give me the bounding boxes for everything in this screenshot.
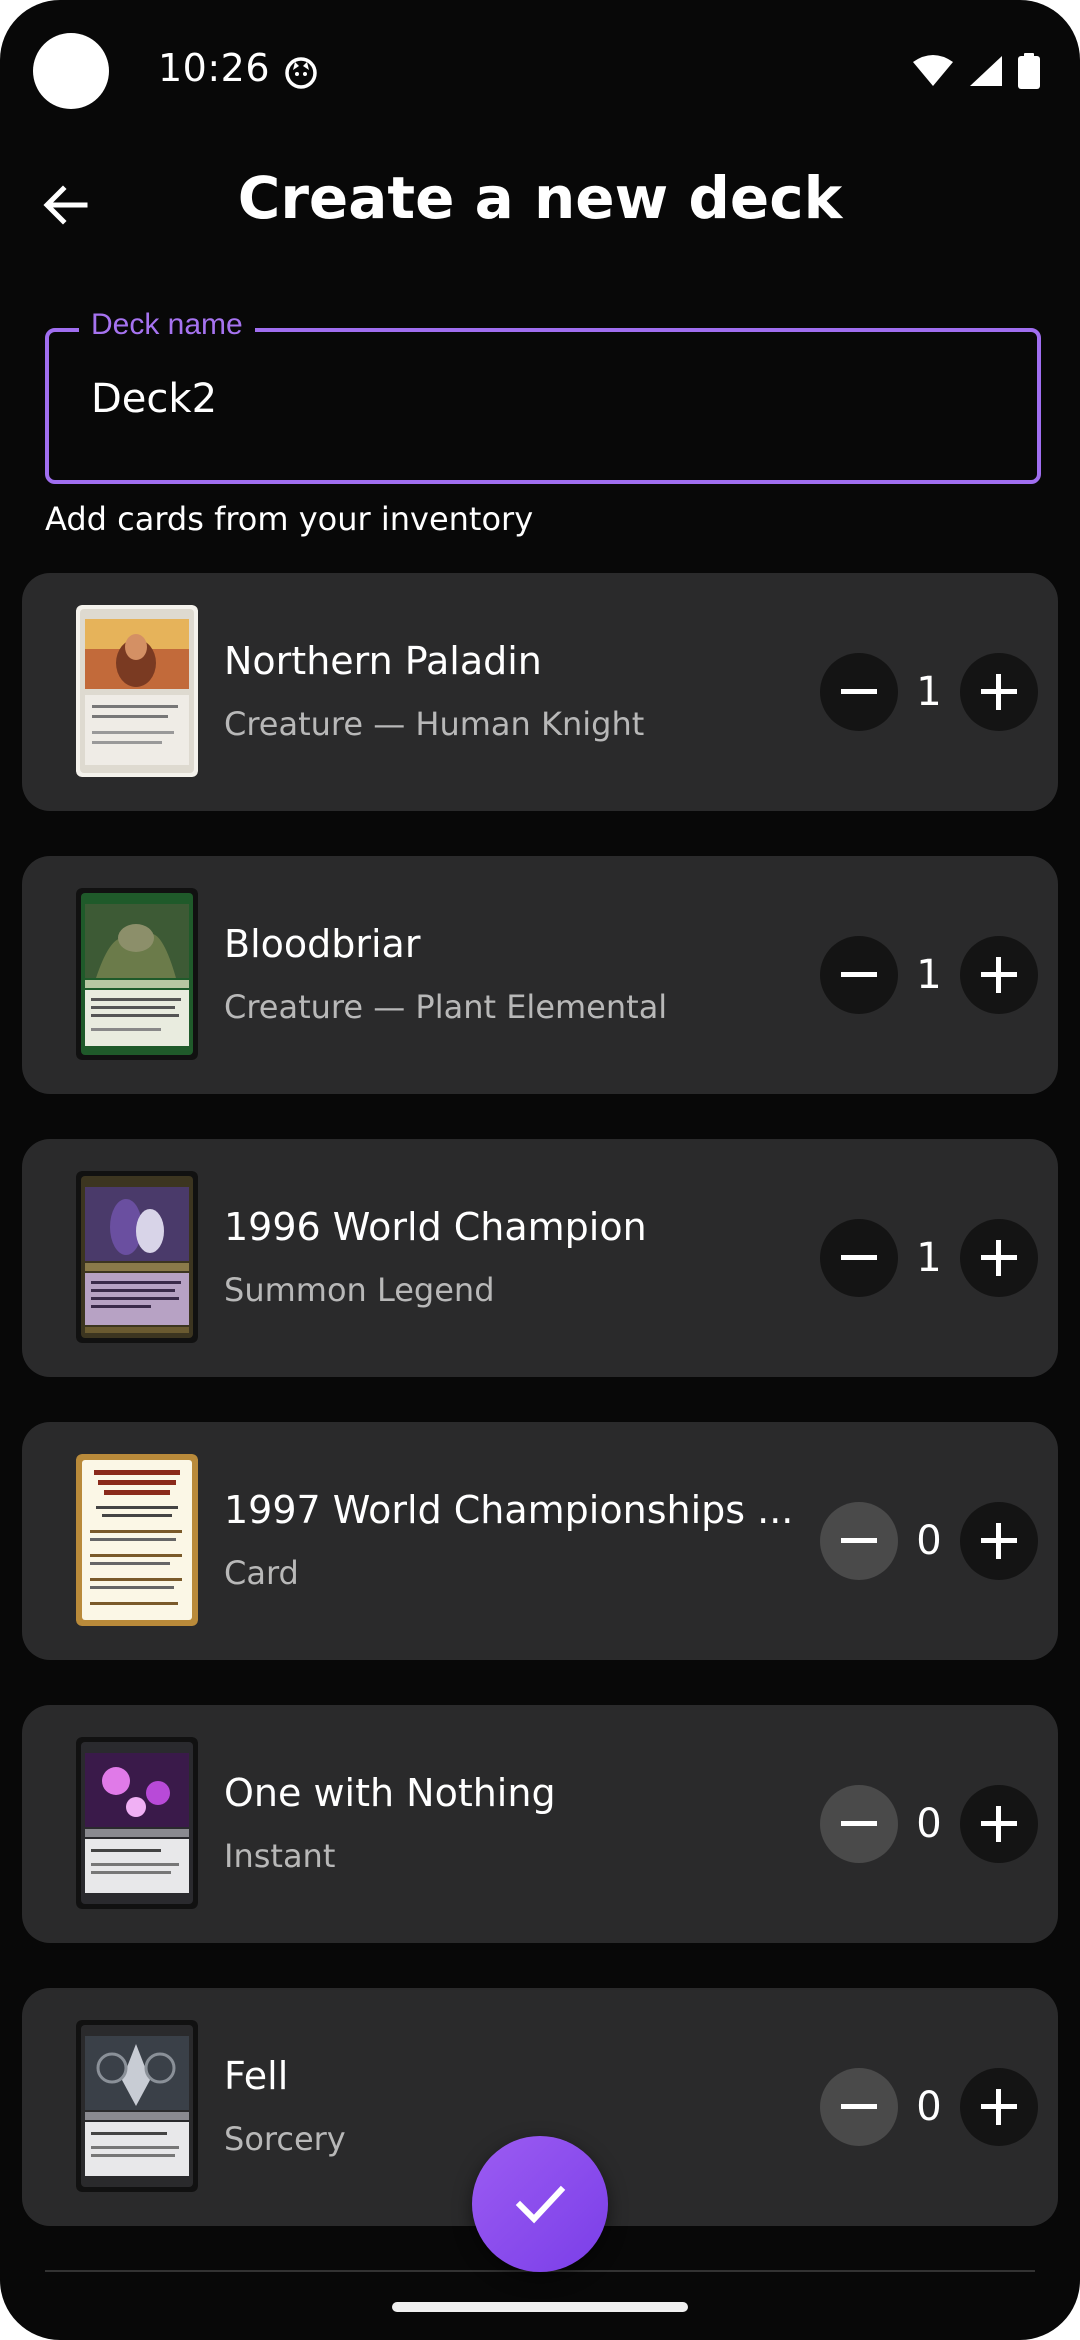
status-bar: 10:26 <box>0 0 1080 140</box>
card-type: Instant <box>224 1837 336 1875</box>
increment-button[interactable] <box>960 653 1038 731</box>
check-icon <box>515 2185 566 2224</box>
quantity-stepper: 0 <box>820 1785 1038 1863</box>
minus-icon <box>841 2104 877 2109</box>
card-type: Creature — Human Knight <box>224 705 645 743</box>
decrement-button[interactable] <box>820 1502 898 1580</box>
quantity-value: 1 <box>916 952 942 998</box>
decrement-button[interactable] <box>820 1219 898 1297</box>
confirm-fab-button[interactable] <box>472 2136 608 2272</box>
minus-icon <box>841 1255 877 1260</box>
card-image <box>76 1171 198 1343</box>
signal-icon <box>970 56 1002 86</box>
quantity-stepper: 1 <box>820 1219 1038 1297</box>
battery-icon <box>1018 53 1040 89</box>
decrement-button[interactable] <box>820 2068 898 2146</box>
card-row: Northern Paladin Creature — Human Knight… <box>22 573 1058 811</box>
quantity-value: 1 <box>916 669 942 715</box>
camera-cutout <box>33 33 109 109</box>
minus-icon <box>841 1538 877 1543</box>
minus-icon <box>841 972 877 977</box>
status-time: 10:26 <box>158 46 271 90</box>
quantity-stepper: 0 <box>820 1502 1038 1580</box>
card-name: One with Nothing <box>224 1771 556 1815</box>
minus-icon <box>841 1821 877 1826</box>
card-image <box>76 605 198 777</box>
plus-icon <box>981 1806 1017 1842</box>
quantity-value: 0 <box>916 1801 942 1847</box>
deck-name-input[interactable] <box>91 376 971 422</box>
card-image <box>76 888 198 1060</box>
card-name: Bloodbriar <box>224 922 421 966</box>
card-type: Card <box>224 1554 299 1592</box>
card-row: Bloodbriar Creature — Plant Elemental 1 <box>22 856 1058 1094</box>
helper-text: Add cards from your inventory <box>45 500 534 538</box>
decrement-button[interactable] <box>820 936 898 1014</box>
plus-icon <box>981 957 1017 993</box>
app-notification-icon <box>285 57 317 89</box>
top-app-bar: Create a new deck <box>0 140 1080 270</box>
quantity-stepper: 1 <box>820 653 1038 731</box>
card-row: One with Nothing Instant 0 <box>22 1705 1058 1943</box>
plus-icon <box>981 674 1017 710</box>
decrement-button[interactable] <box>820 1785 898 1863</box>
quantity-stepper: 0 <box>820 2068 1038 2146</box>
home-indicator[interactable] <box>392 2302 688 2312</box>
status-icons <box>912 52 1040 90</box>
quantity-value: 1 <box>916 1235 942 1281</box>
increment-button[interactable] <box>960 936 1038 1014</box>
card-name: 1996 World Champion <box>224 1205 647 1249</box>
increment-button[interactable] <box>960 1219 1038 1297</box>
card-name: Fell <box>224 2054 289 2098</box>
plus-icon <box>981 2089 1017 2125</box>
quantity-stepper: 1 <box>820 936 1038 1014</box>
card-type: Sorcery <box>224 2120 346 2158</box>
card-name: Northern Paladin <box>224 639 542 683</box>
card-name: 1997 World Championships ... <box>224 1488 794 1532</box>
minus-icon <box>841 689 877 694</box>
plus-icon <box>981 1523 1017 1559</box>
card-image <box>76 2020 198 2192</box>
increment-button[interactable] <box>960 1502 1038 1580</box>
card-image <box>76 1454 198 1626</box>
card-type: Creature — Plant Elemental <box>224 988 668 1026</box>
app-screen: 10:26 Create a new deck Deck name Deck2 … <box>0 0 1080 2340</box>
plus-icon <box>981 1240 1017 1276</box>
card-row: 1996 World Champion Summon Legend 1 <box>22 1139 1058 1377</box>
card-image <box>76 1737 198 1909</box>
deck-name-label: Deck name <box>79 308 255 342</box>
increment-button[interactable] <box>960 1785 1038 1863</box>
deck-name-field[interactable]: Deck name <box>45 308 1041 484</box>
page-title: Create a new deck <box>237 164 843 232</box>
decrement-button[interactable] <box>820 653 898 731</box>
wifi-icon <box>913 55 953 86</box>
quantity-value: 0 <box>916 1518 942 1564</box>
increment-button[interactable] <box>960 2068 1038 2146</box>
card-type: Summon Legend <box>224 1271 495 1309</box>
card-row: 1997 World Championships ... Card 0 <box>22 1422 1058 1660</box>
quantity-value: 0 <box>916 2084 942 2130</box>
